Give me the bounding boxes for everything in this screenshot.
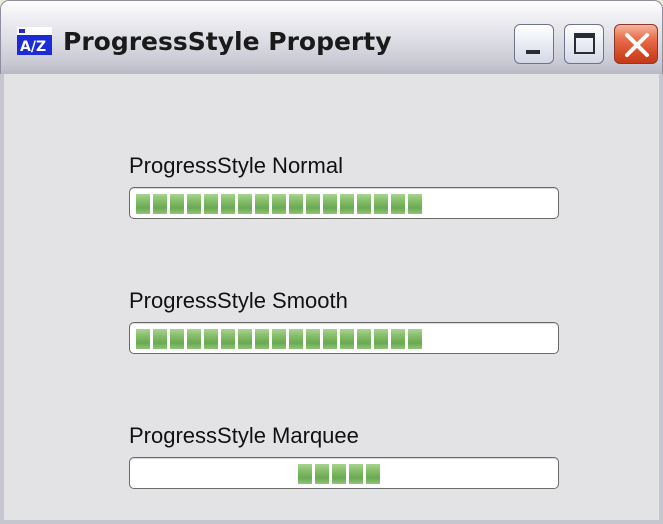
client-area: ProgressStyle Normal ProgressStyle Smoot… (0, 74, 663, 524)
progress-block (306, 329, 320, 349)
progress-block (374, 329, 388, 349)
progress-block (136, 194, 150, 214)
progress-bar-normal (129, 187, 559, 219)
progress-block (204, 329, 218, 349)
progress-block (170, 329, 184, 349)
app-window: A/Z ProgressStyle Property ProgressStyle… (0, 0, 663, 524)
progress-block (272, 194, 286, 214)
progress-block (221, 329, 235, 349)
minimize-button[interactable] (514, 24, 554, 64)
progress-block (289, 194, 303, 214)
progress-block (153, 329, 167, 349)
progress-block (357, 329, 371, 349)
progress-fill-smooth (136, 329, 422, 349)
progress-block (187, 194, 201, 214)
progress-bar-smooth (129, 322, 559, 354)
progress-fill-marquee (298, 464, 380, 484)
progress-block (391, 329, 405, 349)
progress-block (204, 194, 218, 214)
progress-bar-marquee (129, 457, 559, 489)
progress-block (349, 464, 363, 484)
label-progress-smooth: ProgressStyle Smooth (129, 288, 348, 313)
progress-block (136, 329, 150, 349)
progress-block (357, 194, 371, 214)
progress-block (332, 464, 346, 484)
maximize-icon (574, 33, 595, 54)
progress-block (391, 194, 405, 214)
window-title: ProgressStyle Property (63, 27, 392, 56)
progress-block (408, 329, 422, 349)
minimize-icon (526, 50, 540, 54)
progress-block (238, 329, 252, 349)
maximize-button[interactable] (564, 24, 604, 64)
progress-block (340, 329, 354, 349)
progress-block (255, 194, 269, 214)
progress-block (170, 194, 184, 214)
progress-block (289, 329, 303, 349)
progress-block (298, 464, 312, 484)
progress-block (323, 329, 337, 349)
progress-block (255, 329, 269, 349)
progress-fill-normal (136, 194, 422, 214)
label-progress-normal: ProgressStyle Normal (129, 153, 343, 178)
progress-block (323, 194, 337, 214)
progress-block (408, 194, 422, 214)
app-icon: A/Z (17, 27, 52, 55)
progress-block (238, 194, 252, 214)
progress-block (306, 194, 320, 214)
progress-block (340, 194, 354, 214)
progress-block (187, 329, 201, 349)
progress-block (272, 329, 286, 349)
progress-block (153, 194, 167, 214)
progress-block (374, 194, 388, 214)
title-bar[interactable]: A/Z ProgressStyle Property (0, 0, 663, 74)
close-icon (625, 33, 649, 57)
close-button[interactable] (614, 24, 658, 64)
label-progress-marquee: ProgressStyle Marquee (129, 423, 359, 448)
svg-text:A/Z: A/Z (20, 39, 46, 55)
progress-block (315, 464, 329, 484)
progress-block (366, 464, 380, 484)
progress-block (221, 194, 235, 214)
